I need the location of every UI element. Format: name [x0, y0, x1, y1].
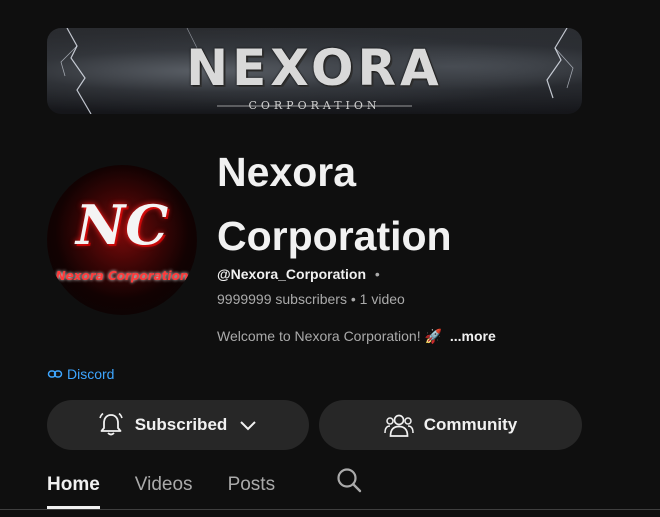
discord-link-label: Discord [67, 366, 115, 382]
avatar-name: Nexora Corporation [55, 269, 189, 283]
channel-name: Nexora Corporation [217, 149, 452, 259]
chevron-down-icon [240, 421, 257, 431]
more-link[interactable]: ...more [450, 328, 496, 344]
tab-home[interactable]: Home [47, 462, 100, 509]
tab-home-label: Home [47, 474, 100, 495]
subscribed-label: Subscribed [134, 415, 228, 434]
channel-handle: @Nexora_Corporation [217, 266, 367, 282]
community-label: Community [423, 415, 518, 434]
community-button[interactable]: Community [319, 400, 582, 450]
handle-row: @Nexora_Corporation • [217, 265, 380, 283]
banner-subtitle: CORPORATION [248, 99, 381, 112]
people-icon [384, 414, 414, 437]
handle-separator: • [374, 266, 380, 282]
tab-posts-label: Posts [227, 474, 276, 495]
tabs-divider [0, 509, 660, 510]
discord-link[interactable]: Discord [47, 365, 114, 383]
description-text: Welcome to Nexora Corporation! [217, 328, 425, 344]
channel-tabs: Home Videos Posts [47, 462, 310, 509]
channel-avatar[interactable]: NC Nexora Corporation [47, 165, 197, 315]
avatar-monogram: NC [75, 193, 169, 257]
link-icon [47, 370, 63, 378]
channel-description[interactable]: Welcome to Nexora Corporation! 🚀 ...more [217, 327, 496, 345]
search-icon[interactable] [335, 466, 363, 494]
tab-posts[interactable]: Posts [228, 462, 276, 508]
banner-title: NEXORA [186, 39, 443, 97]
bell-icon [98, 412, 123, 436]
tab-videos-label: Videos [134, 474, 193, 495]
channel-stats: 9999999 subscribers • 1 video [217, 291, 405, 307]
subscribed-button[interactable]: Subscribed [47, 400, 309, 450]
rocket-emoji: 🚀 [424, 328, 442, 344]
tab-videos[interactable]: Videos [135, 462, 193, 508]
channel-banner: NEXORA CORPORATION [47, 28, 582, 114]
